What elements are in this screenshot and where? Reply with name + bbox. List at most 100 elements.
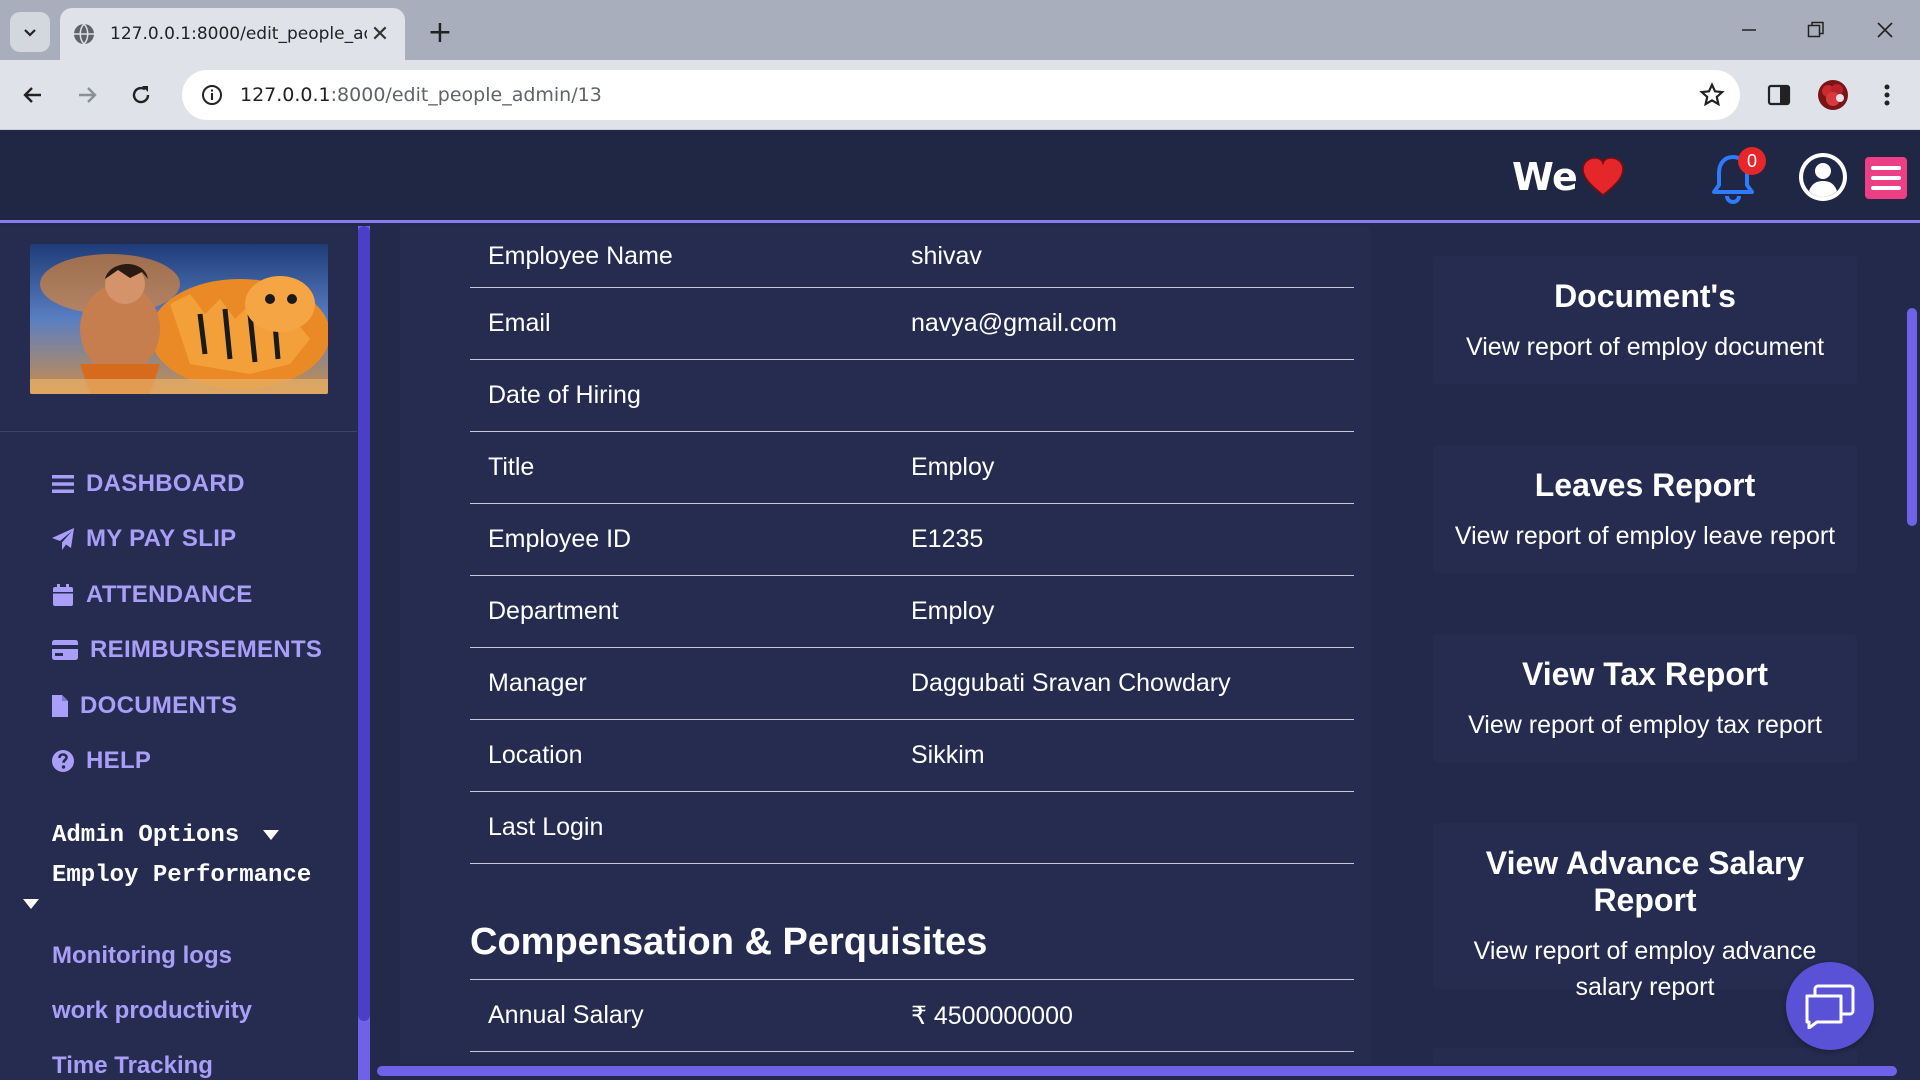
browser-menu-button[interactable] [1866, 74, 1908, 116]
app-header: We 0 [0, 131, 1920, 223]
url-host: 127.0.0.1 [240, 84, 331, 106]
browser-tab-bar: 127.0.0.1:8000/edit_people_adm ✕ + [0, 0, 1920, 60]
detail-label: Department [488, 597, 619, 625]
back-button[interactable] [14, 76, 52, 114]
sidebar-item-help[interactable]: HELP [50, 744, 151, 778]
detail-row: Email navya@gmail.com [470, 288, 1354, 360]
detail-row: Location Sikkim [470, 720, 1354, 792]
forward-button[interactable] [68, 76, 106, 114]
sidebar-divider [0, 431, 357, 432]
hamburger-menu-button[interactable] [1865, 157, 1907, 199]
report-card-leaves[interactable]: Leaves Report View report of employ leav… [1433, 445, 1857, 573]
caret-down-icon[interactable] [22, 898, 40, 910]
detail-row: Date of Hiring [470, 360, 1354, 432]
detail-label: Location [488, 741, 583, 769]
detail-row: Employee Name shivav [470, 226, 1354, 288]
user-account-icon[interactable] [1797, 151, 1849, 203]
site-info-icon[interactable] [198, 81, 226, 109]
reload-button[interactable] [122, 76, 160, 114]
admin-options-dropdown[interactable]: Admin Options Employ Performance [52, 816, 352, 896]
sidebar-item-attendance[interactable]: ATTENDANCE [50, 578, 253, 612]
arrow-right-icon [79, 87, 97, 103]
reload-icon [132, 86, 150, 104]
detail-label: Email [488, 309, 551, 337]
tab-close-icon[interactable]: ✕ [367, 21, 393, 47]
sidebar-item-label: REIMBURSEMENTS [90, 636, 323, 663]
monitoring-logs-link[interactable]: Monitoring logs [52, 942, 232, 970]
detail-value: Sikkim [911, 741, 985, 769]
browser-toolbar: 127.0.0.1:8000/edit_people_admin/13 [0, 60, 1920, 130]
sidebar-item-documents[interactable]: DOCUMENTS [50, 689, 237, 723]
minimize-button[interactable] [1724, 12, 1774, 48]
report-card-advance-salary[interactable]: View Advance Salary Report View report o… [1433, 823, 1857, 1001]
bars-icon [50, 471, 76, 497]
new-tab-button[interactable]: + [422, 14, 458, 50]
bookmark-star-icon[interactable] [1690, 73, 1734, 117]
sidebar-scroll-thumb[interactable] [358, 226, 370, 1021]
heart-icon [1582, 157, 1625, 196]
file-icon [50, 693, 70, 719]
compensation-heading: Compensation & Perquisites [470, 921, 988, 963]
detail-row: Last Login [470, 792, 1354, 864]
side-panel-icon [1767, 84, 1791, 106]
sidebar-item-label: DOCUMENTS [80, 692, 238, 719]
chat-icon [1805, 984, 1855, 1029]
sidebar-item-label: ATTENDANCE [86, 581, 253, 608]
question-circle-icon [50, 748, 76, 774]
detail-value: E1235 [911, 525, 984, 553]
main-vertical-scroll-thumb[interactable] [1907, 308, 1917, 526]
work-productivity-link[interactable]: work productivity [52, 997, 252, 1025]
more-vertical-icon [1884, 84, 1890, 106]
report-card-documents[interactable]: Document's View report of employ documen… [1433, 256, 1857, 384]
reports-column: Document's View report of employ documen… [1405, 226, 1902, 1068]
report-card-tax[interactable]: View Tax Report View report of employ ta… [1433, 634, 1857, 762]
sidebar-item-label: HELP [86, 747, 152, 774]
detail-label: Manager [488, 669, 587, 697]
main-vertical-scrollbar[interactable] [1904, 226, 1920, 1080]
tab-title: 127.0.0.1:8000/edit_people_adm [110, 24, 367, 44]
close-window-button[interactable] [1860, 12, 1910, 48]
sidebar-item-dashboard[interactable]: DASHBOARD [50, 467, 245, 501]
detail-label: Last Login [488, 813, 604, 841]
report-title: View Advance Salary Report [1485, 845, 1805, 918]
tab-search-button[interactable] [10, 12, 50, 52]
url-text: 127.0.0.1:8000/edit_people_admin/13 [240, 84, 1690, 106]
sidebar-banner-image [30, 244, 328, 394]
admin-options-label: Admin Options [52, 822, 240, 849]
employee-details-table: Employee Name shivav Email navya@gmail.com… [470, 226, 1354, 864]
time-tracking-link[interactable]: Time Tracking [52, 1052, 213, 1080]
main-horizontal-scroll-thumb[interactable] [377, 1066, 1897, 1076]
profile-avatar-button[interactable] [1812, 74, 1854, 116]
address-bar[interactable]: 127.0.0.1:8000/edit_people_admin/13 [182, 70, 1740, 120]
detail-value: Employ [911, 597, 995, 625]
calendar-icon [50, 582, 76, 608]
restore-icon [1807, 21, 1824, 38]
sidebar-item-my-pay-slip[interactable]: MY PAY SLIP [50, 522, 236, 556]
side-panel-button[interactable] [1758, 74, 1800, 116]
main-content: Employee Name shivav Email navya@gmail.com… [375, 226, 1902, 1068]
url-path: :8000/edit_people_admin/13 [330, 84, 602, 106]
browser-tab-active[interactable]: 127.0.0.1:8000/edit_people_adm ✕ [60, 8, 405, 60]
main-horizontal-scrollbar[interactable] [375, 1064, 1902, 1078]
paper-plane-icon [50, 526, 76, 552]
report-description: View report of employ leave report [1454, 522, 1836, 550]
report-title: Leaves Report [1534, 467, 1756, 503]
close-icon [1877, 22, 1893, 38]
globe-icon [74, 23, 94, 45]
sidebar-scrollbar[interactable] [358, 226, 370, 1080]
we-love-logo: We [1512, 149, 1625, 205]
annual-salary-value: ₹ 4500000000 [911, 1001, 1073, 1030]
employee-details-panel: Employee Name shivav Email navya@gmail.com… [400, 226, 1370, 1068]
report-description: View report of employ tax report [1468, 711, 1822, 739]
restore-button[interactable] [1791, 12, 1841, 48]
employ-performance-toggle[interactable]: Employ Performance [52, 856, 352, 896]
sidebar-item-reimbursements[interactable]: REIMBURSEMENTS [50, 633, 322, 667]
detail-row: Department Employ [470, 576, 1354, 648]
detail-value: shivav [911, 242, 982, 270]
caret-down-icon [262, 830, 279, 840]
chat-button[interactable] [1786, 962, 1874, 1050]
detail-value: Employ [911, 453, 995, 481]
detail-value: Daggubati Sravan Chowdary [911, 669, 1231, 697]
admin-options-row[interactable]: Admin Options [52, 816, 352, 856]
report-title: Document's [1554, 278, 1736, 314]
